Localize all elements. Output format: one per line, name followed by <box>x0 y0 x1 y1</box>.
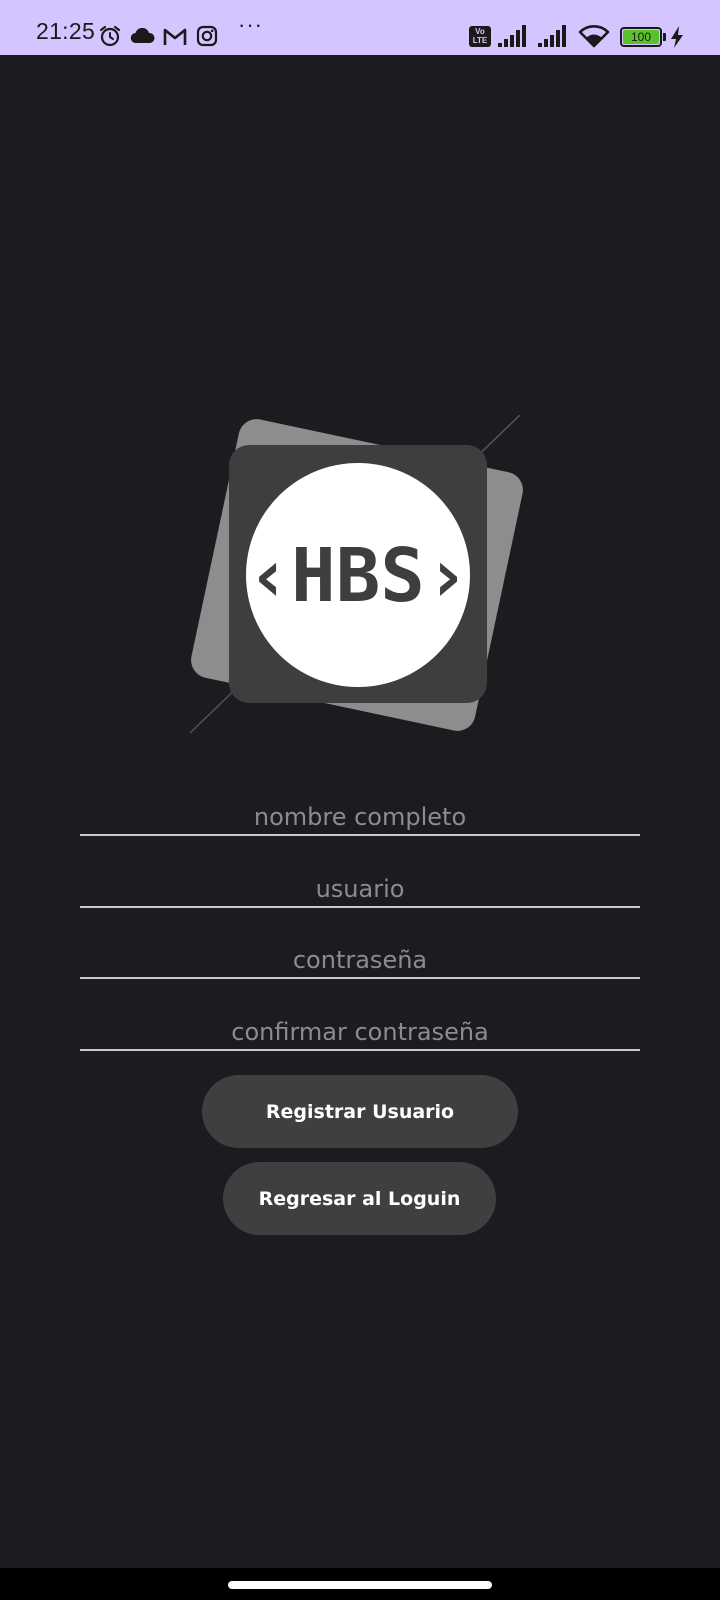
alarm-icon <box>99 25 121 47</box>
battery-tip <box>663 33 666 41</box>
username-input[interactable] <box>80 860 640 906</box>
confirm-password-field[interactable] <box>80 1003 640 1051</box>
signal-icon-secondary <box>538 25 566 47</box>
gmail-icon <box>163 28 187 45</box>
full-name-input[interactable] <box>80 788 640 834</box>
logo-text: ‹HBS› <box>247 533 470 619</box>
register-user-button[interactable]: Registrar Usuario <box>202 1075 518 1148</box>
charging-icon <box>671 26 683 48</box>
username-field[interactable] <box>80 860 640 908</box>
wifi-icon <box>578 25 610 48</box>
battery-level: 100 <box>623 30 659 44</box>
instagram-icon <box>196 25 218 47</box>
status-time: 21:25 <box>36 18 96 44</box>
volte-icon: Vo LTE <box>469 26 491 47</box>
home-indicator[interactable] <box>228 1581 492 1589</box>
more-notifications-icon: ··· <box>238 12 263 37</box>
battery-icon: 100 <box>620 27 662 47</box>
hbs-logo: ‹HBS› <box>189 415 523 734</box>
signal-icon <box>498 25 526 47</box>
status-bar: 21:25 ··· Vo LTE 100 <box>0 0 720 55</box>
cloud-icon <box>130 28 155 44</box>
full-name-field[interactable] <box>80 788 640 836</box>
back-to-login-button[interactable]: Regresar al Loguin <box>223 1162 496 1235</box>
password-field[interactable] <box>80 931 640 979</box>
confirm-password-input[interactable] <box>80 1003 640 1049</box>
password-input[interactable] <box>80 931 640 977</box>
